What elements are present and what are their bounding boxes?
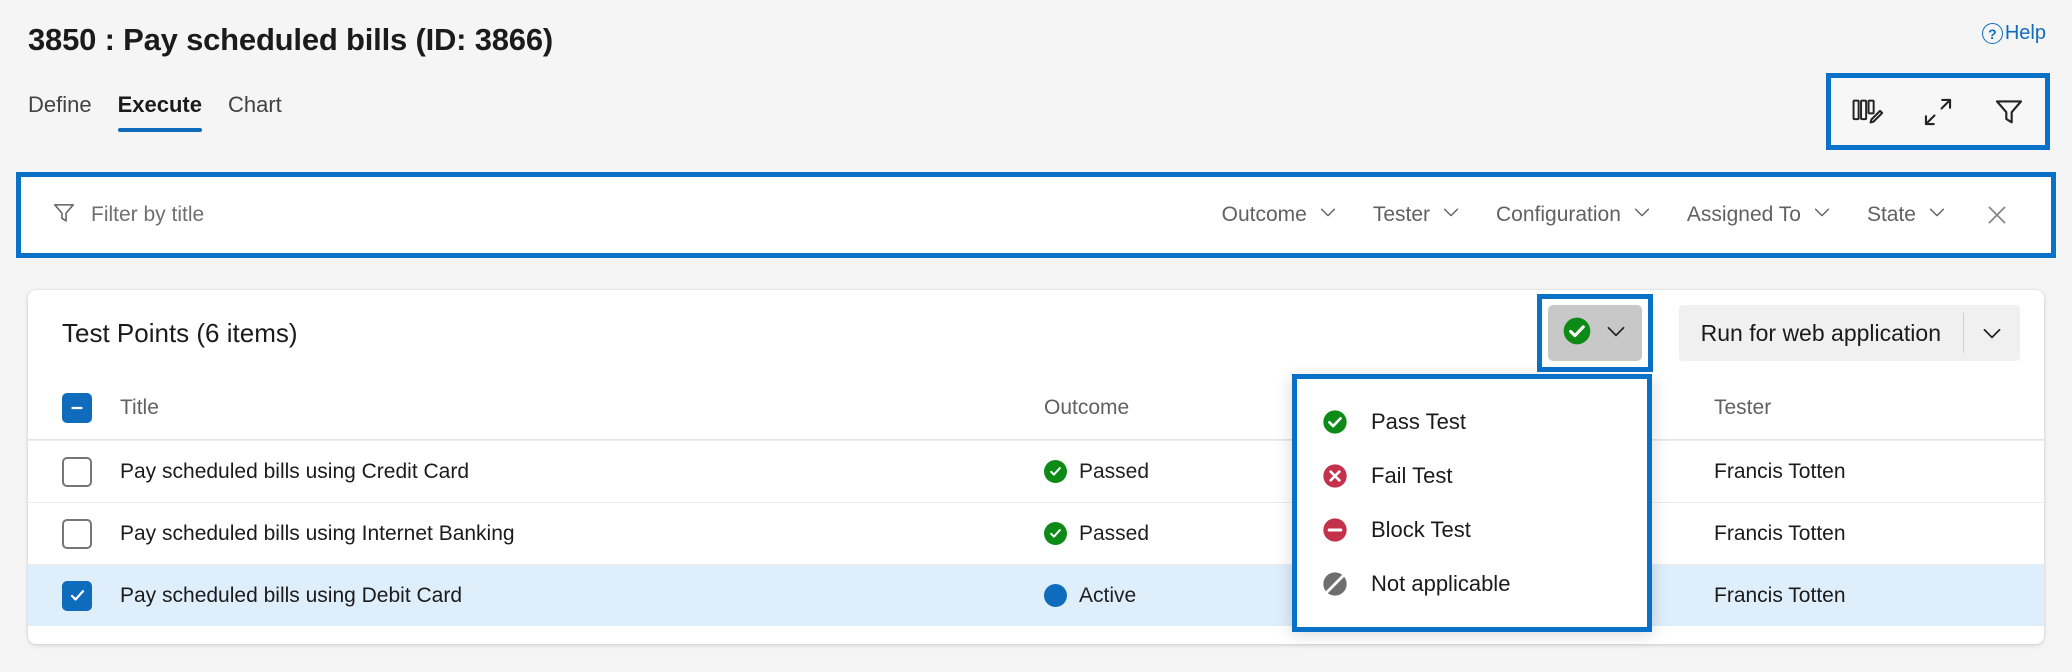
menu-item-block-test-label: Block Test	[1371, 517, 1471, 543]
filter-dropdown-outcome-label: Outcome	[1222, 203, 1307, 227]
row-checkbox-cell	[62, 457, 120, 487]
funnel-icon	[51, 200, 77, 231]
close-icon[interactable]	[1965, 201, 2025, 229]
pass-check-icon	[1561, 315, 1593, 352]
filter-dropdown-tester[interactable]: Tester	[1356, 201, 1479, 229]
help-link[interactable]: ? Help	[1982, 22, 2046, 45]
filter-input-area[interactable]: Filter by title	[21, 200, 1205, 231]
table-header-row: Title Outcome Order Configuration Tester	[28, 376, 2044, 440]
outcome-menu-highlight-box: Pass Test Fail Test Bloc	[1292, 374, 1652, 632]
chevron-down-icon	[1926, 201, 1948, 229]
fail-x-icon	[1321, 462, 1349, 490]
outcome-button-highlight-box	[1537, 294, 1653, 372]
menu-item-not-applicable[interactable]: Not applicable	[1297, 557, 1647, 611]
chevron-down-icon	[1317, 201, 1339, 229]
filter-dropdown-assigned-to[interactable]: Assigned To	[1670, 201, 1850, 229]
row-checkbox[interactable]	[62, 519, 92, 549]
row-checkbox[interactable]	[62, 581, 92, 611]
filter-dropdown-configuration[interactable]: Configuration	[1479, 201, 1670, 229]
tab-chart[interactable]: Chart	[228, 92, 282, 132]
row-outcome-label: Active	[1079, 584, 1136, 608]
page-title: 3850 : Pay scheduled bills (ID: 3866)	[28, 22, 553, 58]
menu-item-pass-test[interactable]: Pass Test	[1297, 395, 1647, 449]
row-checkbox-cell	[62, 519, 120, 549]
column-header-title[interactable]: Title	[120, 396, 1044, 420]
row-checkbox[interactable]	[62, 457, 92, 487]
block-minus-icon	[1321, 516, 1349, 544]
row-title: Pay scheduled bills using Credit Card	[120, 460, 1044, 484]
row-outcome: Passed	[1044, 522, 1302, 546]
filter-dropdown-tester-label: Tester	[1373, 203, 1430, 227]
card-header: Test Points (6 items)	[28, 290, 2044, 376]
filter-icon[interactable]	[1987, 90, 2031, 134]
row-title: Pay scheduled bills using Internet Banki…	[120, 522, 1044, 546]
not-applicable-icon	[1321, 570, 1349, 598]
row-outcome: Passed	[1044, 460, 1302, 484]
outcome-active-icon	[1044, 584, 1067, 607]
column-header-tester[interactable]: Tester	[1714, 396, 2044, 420]
filter-dropdown-outcome[interactable]: Outcome	[1205, 201, 1356, 229]
row-outcome: Active	[1044, 584, 1302, 608]
card-header-actions: Run for web application	[1537, 294, 2020, 372]
filter-dropdown-assigned-to-label: Assigned To	[1687, 203, 1801, 227]
outcome-passed-icon	[1044, 460, 1067, 483]
column-options-icon[interactable]	[1845, 90, 1889, 134]
tab-bar: Define Execute Chart	[28, 92, 282, 132]
row-tester: Francis Totten	[1714, 584, 2044, 608]
test-points-table: Title Outcome Order Configuration Tester…	[28, 376, 2044, 626]
table-row[interactable]: Pay scheduled bills using Internet Banki…	[28, 502, 2044, 564]
filter-dropdown-configuration-label: Configuration	[1496, 203, 1621, 227]
row-checkbox-cell	[62, 581, 120, 611]
row-outcome-label: Passed	[1079, 522, 1149, 546]
chevron-down-icon	[1811, 201, 1833, 229]
column-header-outcome[interactable]: Outcome	[1044, 396, 1302, 420]
filter-dropdown-state[interactable]: State	[1850, 201, 1965, 229]
tab-define[interactable]: Define	[28, 92, 92, 132]
outcome-menu: Pass Test Fail Test Bloc	[1297, 379, 1647, 627]
pass-check-icon	[1321, 408, 1349, 436]
test-points-title: Test Points (6 items)	[62, 318, 298, 349]
chevron-down-icon[interactable]	[1964, 305, 2020, 361]
filter-by-title-input[interactable]: Filter by title	[91, 203, 204, 227]
chevron-down-icon	[1440, 201, 1462, 229]
table-row[interactable]: Pay scheduled bills using Debit Card Act…	[28, 564, 2044, 626]
tab-execute[interactable]: Execute	[118, 92, 202, 132]
outcome-passed-icon	[1044, 522, 1067, 545]
filter-dropdown-group: Outcome Tester Configuration Assigned To	[1205, 201, 2051, 229]
row-tester: Francis Totten	[1714, 522, 2044, 546]
filter-dropdown-state-label: State	[1867, 203, 1916, 227]
menu-item-block-test[interactable]: Block Test	[1297, 503, 1647, 557]
fullscreen-icon[interactable]	[1916, 90, 1960, 134]
menu-item-fail-test[interactable]: Fail Test	[1297, 449, 1647, 503]
row-outcome-label: Passed	[1079, 460, 1149, 484]
test-points-card: Test Points (6 items)	[28, 290, 2044, 644]
menu-item-fail-test-label: Fail Test	[1371, 463, 1453, 489]
help-label: Help	[2005, 22, 2046, 45]
set-outcome-button[interactable]	[1548, 305, 1642, 361]
run-for-web-application-label: Run for web application	[1679, 305, 1963, 361]
chevron-down-icon	[1603, 318, 1629, 349]
menu-item-pass-test-label: Pass Test	[1371, 409, 1466, 435]
toolbar-highlight-box	[1826, 73, 2050, 150]
table-row[interactable]: Pay scheduled bills using Credit Card Pa…	[28, 440, 2044, 502]
menu-item-not-applicable-label: Not applicable	[1371, 571, 1510, 597]
select-all-checkbox[interactable]	[62, 393, 92, 423]
filter-bar-highlight-box: Filter by title Outcome Tester Configura…	[16, 172, 2056, 258]
chevron-down-icon	[1631, 201, 1653, 229]
select-all-checkbox-cell	[62, 393, 120, 423]
run-for-web-application-button[interactable]: Run for web application	[1679, 305, 2020, 361]
row-title: Pay scheduled bills using Debit Card	[120, 584, 1044, 608]
test-plan-execute-page: 3850 : Pay scheduled bills (ID: 3866) ? …	[0, 0, 2072, 672]
row-tester: Francis Totten	[1714, 460, 2044, 484]
question-circle-icon: ?	[1982, 23, 2003, 44]
